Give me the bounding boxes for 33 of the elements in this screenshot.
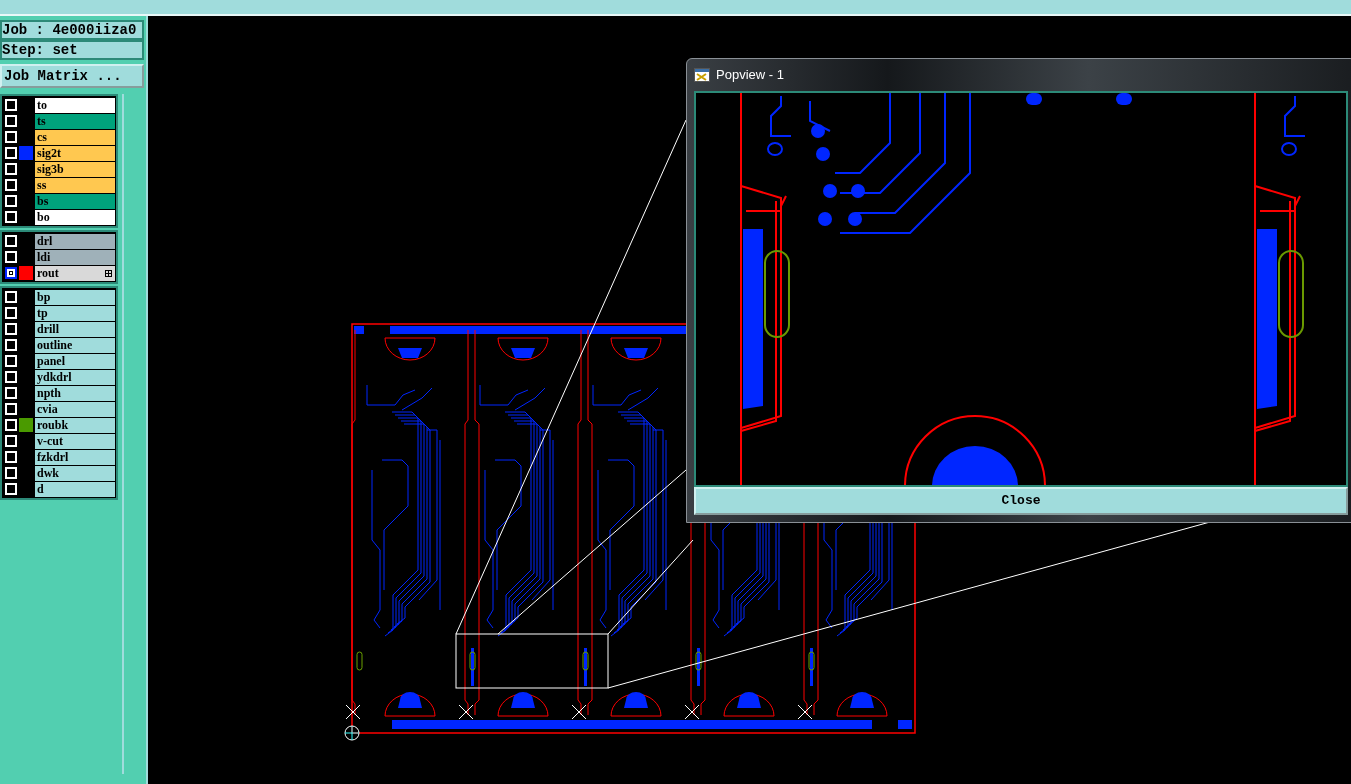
layer-name[interactable]: outline [35,337,115,353]
layer-name[interactable]: ss [35,177,115,193]
layer-name[interactable]: roubk [35,417,115,433]
layer-name[interactable]: sig3b [35,161,115,177]
layer-name[interactable]: drill [35,321,115,337]
layer-name[interactable]: v-cut [35,433,115,449]
close-button[interactable]: Close [694,487,1348,515]
layer-name-text: rout [37,265,59,281]
layer-name[interactable]: drl [35,233,115,249]
layer-name[interactable]: to [35,97,115,113]
layer-name[interactable]: sig2t [35,145,115,161]
window-icon [694,68,710,82]
layer-name[interactable]: bo [35,209,115,225]
layer-name[interactable]: cs [35,129,115,145]
layer-name-field[interactable]: rout [35,265,115,281]
layer-name[interactable]: ldi [35,249,115,265]
layer-name[interactable]: bs [35,193,115,209]
grid-icon[interactable] [105,269,112,277]
layer-name[interactable]: tp [35,305,115,321]
job-matrix-button[interactable]: Job Matrix ... [0,64,144,88]
layer-name[interactable]: cvia [35,401,115,417]
layer-name[interactable]: dwk [35,465,115,481]
layer-name[interactable]: ydkdrl [35,369,115,385]
layer-checkbox[interactable] [5,267,17,279]
layer-name[interactable]: fzkdrl [35,449,115,465]
step-name: Step: set [0,40,144,60]
layer-name[interactable]: npth [35,385,115,401]
job-name: Job : 4e000iiza0 [0,20,144,40]
layer-name[interactable]: bp [35,289,115,305]
layer-name[interactable]: d [35,481,115,497]
window-title: Popview - 1 [716,66,784,85]
layer-name[interactable]: ts [35,113,115,129]
layer-name[interactable]: panel [35,353,115,369]
